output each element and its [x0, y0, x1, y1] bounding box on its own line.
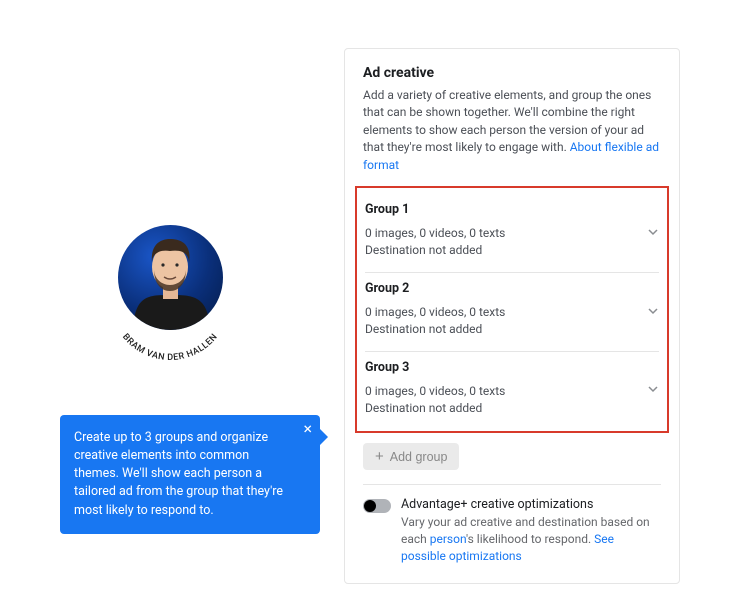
group-title: Group 3 — [365, 360, 659, 375]
advantage-plus-toggle[interactable] — [363, 499, 391, 513]
group-title: Group 2 — [365, 281, 659, 296]
optimization-row: Advantage+ creative optimizations Vary y… — [363, 497, 661, 564]
chevron-down-icon[interactable] — [647, 383, 659, 395]
group-destination: Destination not added — [365, 321, 659, 338]
tooltip-text: Create up to 3 groups and organize creat… — [74, 430, 283, 518]
group-title: Group 1 — [365, 202, 659, 217]
add-group-label: Add group — [390, 450, 448, 464]
info-tooltip: × Create up to 3 groups and organize cre… — [60, 415, 320, 534]
creative-group[interactable]: Group 1 0 images, 0 videos, 0 texts Dest… — [365, 194, 659, 270]
avatar — [118, 225, 223, 330]
chevron-down-icon[interactable] — [647, 226, 659, 238]
optimization-title: Advantage+ creative optimizations — [401, 497, 661, 512]
group-destination: Destination not added — [365, 242, 659, 259]
group-stats: 0 images, 0 videos, 0 texts — [365, 304, 659, 321]
panel-description: Add a variety of creative elements, and … — [363, 87, 661, 174]
close-icon[interactable]: × — [303, 421, 312, 437]
creative-group[interactable]: Group 2 0 images, 0 videos, 0 texts Dest… — [365, 273, 659, 349]
creative-group[interactable]: Group 3 0 images, 0 videos, 0 texts Dest… — [365, 352, 659, 428]
group-stats: 0 images, 0 videos, 0 texts — [365, 225, 659, 242]
group-destination: Destination not added — [365, 400, 659, 417]
plus-icon: + — [375, 449, 384, 464]
optimization-subtext: Vary your ad creative and destination ba… — [401, 515, 650, 563]
author-avatar-block: BRAM VAN DER HALLEN — [100, 225, 240, 330]
group-stats: 0 images, 0 videos, 0 texts — [365, 383, 659, 400]
chevron-down-icon[interactable] — [647, 305, 659, 317]
add-group-button[interactable]: + Add group — [363, 443, 459, 470]
avatar-person-icon — [118, 225, 223, 330]
divider — [363, 484, 661, 485]
svg-text:BRAM VAN DER HALLEN: BRAM VAN DER HALLEN — [120, 332, 220, 360]
groups-highlight-box: Group 1 0 images, 0 videos, 0 texts Dest… — [355, 186, 669, 433]
person-link[interactable]: person — [430, 532, 466, 546]
ad-creative-panel: Ad creative Add a variety of creative el… — [344, 48, 680, 584]
panel-title: Ad creative — [363, 65, 661, 81]
